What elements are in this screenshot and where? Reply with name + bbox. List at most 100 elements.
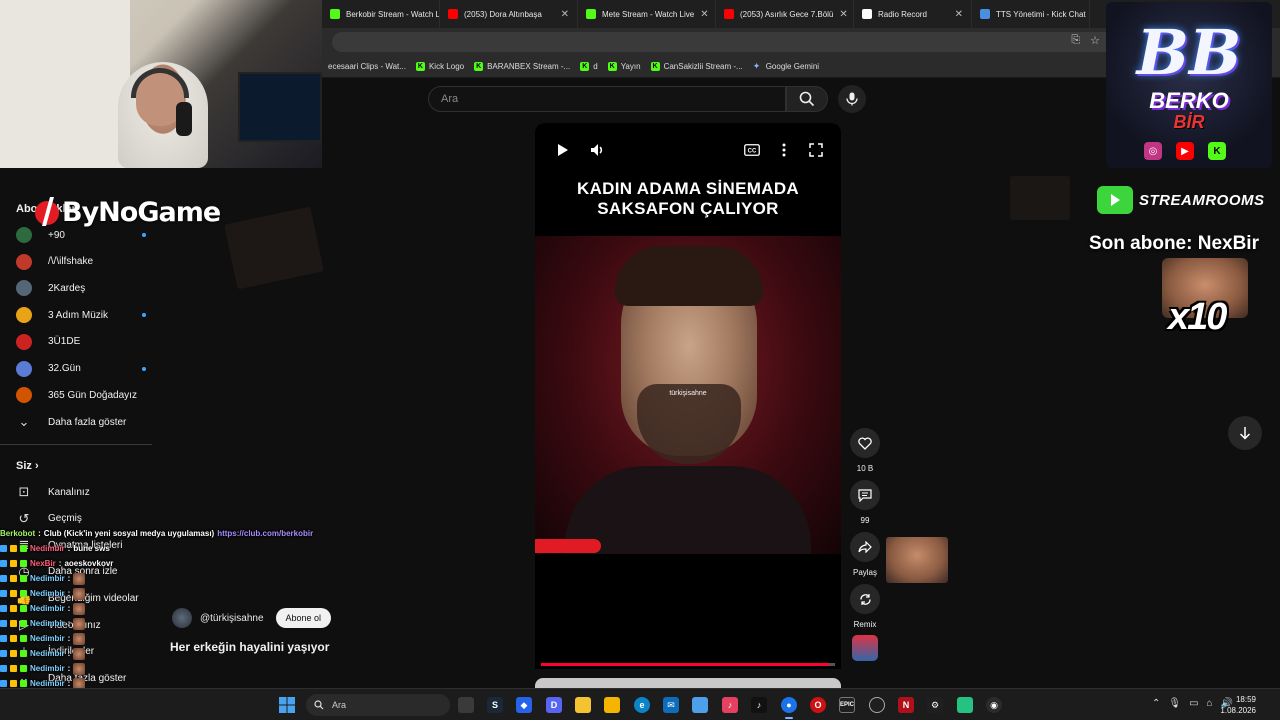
chat-separator: : xyxy=(67,574,71,583)
task-view-icon[interactable] xyxy=(458,697,474,713)
favicon-icon xyxy=(586,9,596,19)
browser-tab[interactable]: TTS Yönetimi - Kick Chat✕ xyxy=(972,0,1090,28)
history-icon: ↺ xyxy=(18,510,30,526)
obs-icon[interactable]: ◉ xyxy=(986,697,1002,713)
taskbar-search[interactable]: Ara xyxy=(306,694,450,716)
close-tab-icon[interactable]: ✕ xyxy=(561,9,569,20)
mail-icon[interactable]: ✉ xyxy=(663,697,679,713)
url-field[interactable] xyxy=(332,32,1240,52)
comment-icon xyxy=(858,488,872,502)
chat-badge-icon xyxy=(0,635,7,642)
like-action[interactable]: 10 B xyxy=(850,428,880,473)
video-progress-bar[interactable] xyxy=(541,663,835,666)
subscription-item[interactable]: 365 Gün Doğadayız xyxy=(16,385,146,405)
subscription-item[interactable]: 2Kardeş xyxy=(16,278,146,298)
play-button[interactable] xyxy=(553,141,571,159)
sub-multiplier: x10 xyxy=(1168,296,1227,338)
close-tab-icon[interactable]: ✕ xyxy=(700,9,708,20)
opera-icon[interactable]: O xyxy=(810,697,826,713)
microphone xyxy=(176,102,192,136)
chevron-up-icon[interactable]: ⌃ xyxy=(1152,698,1160,709)
next-short-preview[interactable] xyxy=(535,678,841,688)
you-item[interactable]: ⊡ Kanalınız xyxy=(16,482,146,502)
bookmark-item[interactable]: K CanSakizlii Stream -... xyxy=(650,62,743,71)
channel-avatar xyxy=(16,307,32,324)
tiktok-studio-icon[interactable]: ♪ xyxy=(722,697,738,713)
red-overlay-bar xyxy=(535,539,601,553)
chat-message: Nedimbir : xyxy=(0,586,320,601)
webcam-feed xyxy=(0,0,322,168)
bookmark-item[interactable]: ecesaari Clips - Wat... xyxy=(328,62,406,71)
you-section-title[interactable]: Siz › xyxy=(16,460,39,472)
chat-message: NexBir : aoeskovkovr xyxy=(0,556,320,571)
bookmark-item[interactable]: K BARANBEX Stream -... xyxy=(474,62,570,71)
epic-games-icon[interactable]: EPIC xyxy=(839,697,855,713)
display-tray-icon[interactable]: ▭ xyxy=(1189,698,1198,709)
chat-badge-icon xyxy=(10,680,17,687)
mic-tray-icon[interactable]: 🎙 xyxy=(1168,698,1181,709)
search-input[interactable]: Ara xyxy=(428,86,786,112)
subscription-item[interactable]: 3Ü1DE xyxy=(16,332,146,352)
bookmark-item[interactable]: Kd xyxy=(580,62,598,71)
browser-tab[interactable]: Berkobir Stream - Watch Li✕ xyxy=(322,0,440,28)
comment-action[interactable]: 99 xyxy=(850,480,880,525)
messenger-app-icon[interactable] xyxy=(957,697,973,713)
show-more-subscriptions[interactable]: ⌄ Daha fazla göster xyxy=(16,412,146,432)
close-tab-icon[interactable]: ✕ xyxy=(955,9,963,20)
subscription-item[interactable]: /\/\ilfshake xyxy=(16,252,146,272)
bookmark-star-icon[interactable]: ☆ xyxy=(1090,34,1100,47)
shorts-player[interactable]: CC KADIN ADAMA SİNEMADA SAKSAFON ÇALIYOR… xyxy=(535,123,841,669)
more-options-button[interactable] xyxy=(775,141,793,159)
remix-label: Remix xyxy=(853,620,877,629)
clock[interactable]: 18:59 1.08.2026 xyxy=(1220,694,1256,716)
favicon-icon xyxy=(330,9,340,19)
tiktok-icon[interactable]: ♪ xyxy=(751,697,767,713)
chrome-icon[interactable]: ● xyxy=(781,697,797,713)
network-icon[interactable]: ⌂ xyxy=(1207,698,1213,709)
browser-tab[interactable]: (2053) Dora Altınbaşa ✕ xyxy=(440,0,578,28)
subscription-item[interactable]: 3 Adım Müzik xyxy=(16,305,146,325)
close-tab-icon[interactable]: ✕ xyxy=(839,9,847,20)
share-action[interactable]: Paylaş xyxy=(850,532,880,577)
search-button[interactable] xyxy=(786,86,828,112)
edge-icon[interactable]: e xyxy=(634,697,650,713)
next-video-button[interactable] xyxy=(1228,416,1262,450)
file-explorer-icon[interactable] xyxy=(604,697,620,713)
copilot-icon[interactable]: ◆ xyxy=(516,697,532,713)
bookmark-item[interactable]: K Kick Logo xyxy=(415,62,464,71)
microsoft-store-icon[interactable] xyxy=(575,697,591,713)
kick-icon: K xyxy=(607,62,617,71)
subscription-name: 3Ü1DE xyxy=(48,336,81,348)
bookmark-item[interactable]: ✦ Google Gemini xyxy=(753,62,819,72)
settings-gear-icon[interactable]: ⚙ xyxy=(927,697,943,713)
chat-separator: : xyxy=(67,634,71,643)
subscription-item[interactable]: 32.Gün xyxy=(16,359,146,379)
bookmark-item[interactable]: K Yayın xyxy=(607,62,641,71)
bookmark-label: BARANBEX Stream -... xyxy=(487,62,571,71)
netflix-icon[interactable]: N xyxy=(898,697,914,713)
install-icon[interactable]: ⎘ xyxy=(1071,34,1080,47)
browser-tab[interactable]: Mete Stream - Watch Live ✕ xyxy=(578,0,716,28)
chat-badge-icon xyxy=(20,650,27,657)
chat-link[interactable]: https://club.com/berkobir xyxy=(217,529,313,538)
windows-start-icon[interactable] xyxy=(279,697,295,713)
chat-separator: : xyxy=(38,529,41,538)
steam-icon[interactable]: S xyxy=(487,697,503,713)
volume-button[interactable] xyxy=(589,141,607,159)
speedometer-icon[interactable] xyxy=(869,697,885,713)
volume-icon xyxy=(591,144,603,156)
chat-emote xyxy=(73,587,86,600)
subscription-name: +90 xyxy=(48,229,65,241)
browser-tab[interactable]: Radio Record ✕ xyxy=(854,0,972,28)
voice-search-button[interactable] xyxy=(838,85,866,113)
fullscreen-button[interactable] xyxy=(807,141,825,159)
captions-button[interactable]: CC xyxy=(743,141,761,159)
discord-icon[interactable]: D xyxy=(546,697,562,713)
browser-tab[interactable]: (2053) Asırlık Gece 7.Bölü ✕ xyxy=(716,0,854,28)
audio-source-thumbnail[interactable] xyxy=(852,635,878,661)
photos-icon[interactable] xyxy=(692,697,708,713)
background-monitor xyxy=(238,72,322,142)
remix-action[interactable]: Remix xyxy=(850,584,880,629)
chat-separator: : xyxy=(67,679,71,688)
subscription-item[interactable]: +90 xyxy=(16,225,146,245)
